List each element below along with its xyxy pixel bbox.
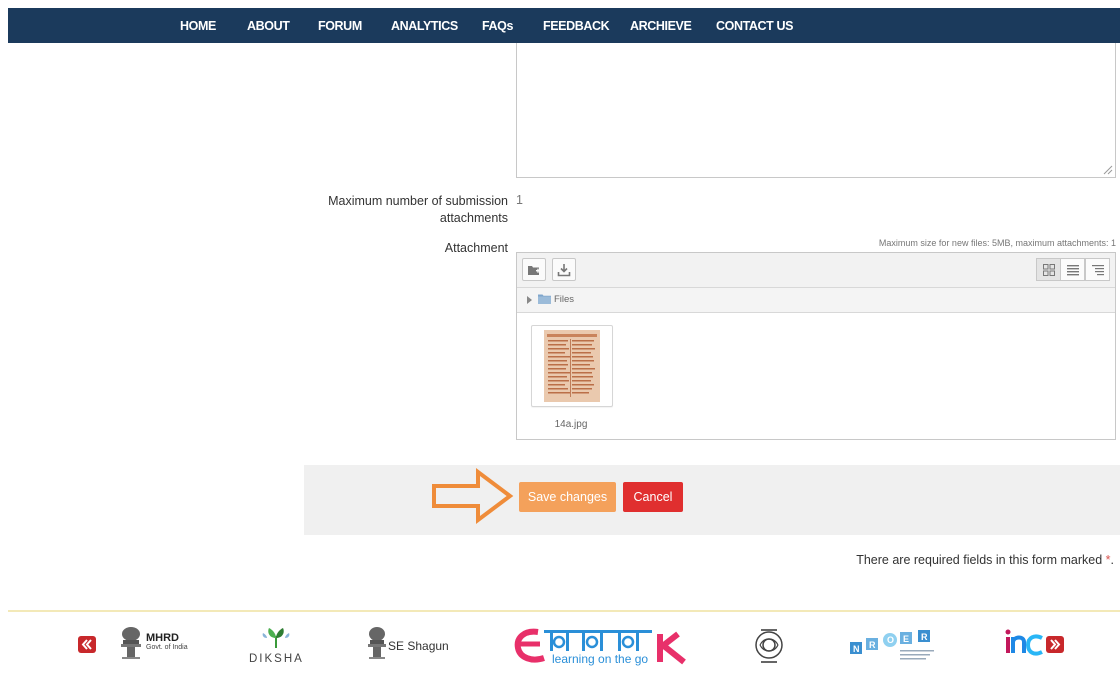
- files-folder-link[interactable]: Files: [554, 294, 574, 305]
- pointer-arrow-icon: [432, 468, 514, 524]
- national-emblem-icon: [121, 627, 141, 659]
- grid-view-button[interactable]: [1036, 258, 1061, 281]
- nav-feedback[interactable]: FEEDBACK: [543, 8, 610, 43]
- download-button[interactable]: [552, 258, 576, 281]
- svg-text:E: E: [903, 634, 909, 644]
- required-note-end: .: [1110, 553, 1114, 567]
- mhrd-logo[interactable]: MHRD Govt. of India: [118, 626, 193, 666]
- mhrd-title: MHRD: [146, 632, 179, 644]
- download-icon: [557, 264, 571, 277]
- add-file-button[interactable]: [522, 258, 546, 281]
- top-navbar: HOME ABOUT FORUM ANALYTICS FAQs FEEDBACK…: [8, 8, 1120, 43]
- nroer-logo-graphic: NRO ER: [850, 630, 934, 660]
- national-emblem-icon: [368, 627, 386, 659]
- epathshala-tagline: learning on the go: [552, 652, 649, 666]
- epathshala-logo[interactable]: learning on the go: [514, 624, 694, 668]
- nav-analytics[interactable]: ANALYTICS: [391, 8, 458, 43]
- file-thumbnail[interactable]: [531, 325, 613, 407]
- double-chevron-right-icon: [1050, 639, 1061, 650]
- file-name[interactable]: 14a.jpg: [531, 419, 611, 430]
- document-image-thumbnail: [544, 330, 600, 402]
- list-view-icon: [1067, 265, 1079, 276]
- inc-logo-graphic: [1005, 629, 1043, 656]
- add-file-icon: [528, 266, 540, 275]
- svg-text:R: R: [921, 632, 928, 642]
- required-fields-note: There are required fields in this form m…: [856, 553, 1114, 567]
- file-picker-path: Files: [517, 288, 1115, 313]
- form-actions: Save changes Cancel: [304, 465, 1120, 535]
- diksha-text: DIKSHA: [249, 653, 304, 665]
- svg-text:R: R: [869, 640, 876, 650]
- nroer-logo[interactable]: NRO ER: [848, 626, 940, 666]
- tree-view-button[interactable]: [1085, 258, 1110, 281]
- footer-next-button[interactable]: [1046, 636, 1064, 653]
- submission-textarea[interactable]: [516, 43, 1116, 178]
- se-shagun-logo[interactable]: SE Shagun: [366, 626, 456, 666]
- nav-home[interactable]: HOME: [180, 8, 216, 43]
- nav-faqs[interactable]: FAQs: [482, 8, 513, 43]
- mhrd-subtitle: Govt. of India: [146, 644, 188, 651]
- double-chevron-left-icon: [81, 639, 92, 650]
- view-switcher: [1036, 258, 1110, 281]
- nav-about[interactable]: ABOUT: [247, 8, 290, 43]
- file-picker: Files 14a.jpg: [516, 252, 1116, 440]
- footer-prev-button[interactable]: [78, 636, 96, 653]
- svg-text:N: N: [853, 644, 860, 654]
- required-note-text: There are required fields in this form m…: [856, 553, 1103, 567]
- se-shagun-text: SE Shagun: [388, 639, 449, 653]
- grid-view-icon: [1043, 264, 1055, 276]
- expand-arrow-icon[interactable]: [527, 296, 532, 304]
- ncert-emblem-logo[interactable]: [752, 627, 786, 667]
- attachment-label: Attachment: [444, 241, 508, 255]
- tree-view-icon: [1092, 265, 1104, 276]
- nav-contact-us[interactable]: CONTACT US: [716, 8, 793, 43]
- resize-handle-icon[interactable]: [1103, 165, 1113, 175]
- diksha-logo[interactable]: DIKSHA: [248, 626, 308, 668]
- nav-archieve[interactable]: ARCHIEVE: [630, 8, 692, 43]
- ncert-emblem-icon: [755, 629, 783, 663]
- svg-text:O: O: [887, 635, 894, 645]
- max-attachments-value: 1: [516, 193, 523, 207]
- folder-icon: [538, 294, 551, 304]
- nav-forum[interactable]: FORUM: [318, 8, 362, 43]
- file-picker-toolbar: [517, 253, 1115, 288]
- save-changes-button[interactable]: Save changes: [519, 482, 616, 512]
- max-size-note: Maximum size for new files: 5MB, maximum…: [878, 238, 1116, 248]
- max-attachments-label: Maximum number of submission attachments: [328, 194, 508, 225]
- diksha-plant-icon: [262, 628, 290, 648]
- cancel-button[interactable]: Cancel: [623, 482, 683, 512]
- inc-logo[interactable]: [1004, 628, 1044, 658]
- list-view-button[interactable]: [1060, 258, 1085, 281]
